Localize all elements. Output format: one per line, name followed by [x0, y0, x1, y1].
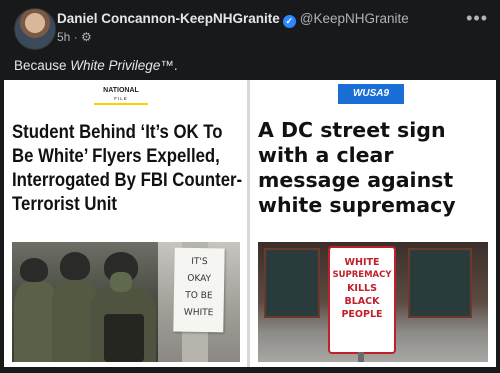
right-headline: A DC street sign with a clear message ag… [258, 118, 456, 217]
more-options-icon[interactable]: ••• [466, 8, 488, 29]
author-line: Daniel Concannon-KeepNHGranite ✓ @KeepNHGr… [57, 11, 409, 28]
post-time[interactable]: 5h [57, 30, 70, 44]
sign-line: WHITE [344, 257, 380, 268]
sign-line: SUPREMACY [332, 270, 392, 280]
privacy-icon: ⚙ [81, 30, 92, 44]
sign-line: PEOPLE [341, 309, 383, 320]
street-sign: WHITE SUPREMACY KILLS BLACK PEOPLE [328, 246, 396, 354]
logo-sub: FILE [114, 96, 128, 101]
okay-to-be-white-flyer: IT'S OKAY TO BE WHITE [173, 247, 225, 333]
right-article-panel: WUSA9 A DC street sign with a clear mess… [250, 80, 496, 367]
post-meta: 5h · ⚙ [57, 30, 92, 44]
facebook-post: Daniel Concannon-KeepNHGranite ✓ @KeepNHGr… [0, 0, 500, 373]
left-headline: Student Behind ‘It’s OK To Be White’ Fly… [12, 121, 243, 215]
wusa9-logo: WUSA9 [338, 84, 404, 104]
right-photo: WHITE SUPREMACY KILLS BLACK PEOPLE [258, 242, 488, 362]
author-handle[interactable]: @KeepNHGranite [300, 11, 409, 26]
caption-text: Because [14, 58, 71, 73]
flyer-line: TO BE [185, 290, 213, 302]
flyer-line: WHITE [183, 307, 214, 319]
tactical-officers-image [12, 242, 158, 362]
flyer-line: OKAY [187, 273, 212, 285]
sign-line: KILLS [347, 283, 377, 294]
caption-suffix: . [173, 58, 178, 73]
logo-text: NATIONAL [103, 87, 139, 94]
national-file-logo: NATIONAL FILE [94, 87, 148, 105]
sign-pole-image: IT'S OKAY TO BE WHITE [158, 242, 240, 362]
left-article-panel: NATIONAL FILE Student Behind ‘It’s OK To… [4, 80, 247, 367]
left-photo: IT'S OKAY TO BE WHITE [12, 242, 240, 362]
verified-badge-icon: ✓ [282, 15, 296, 28]
avatar[interactable] [14, 8, 56, 50]
caption-emphasis: White Privilege™ [70, 58, 174, 73]
sign-line: BLACK [344, 296, 380, 307]
author-name[interactable]: Daniel Concannon-KeepNHGranite [57, 11, 280, 26]
post-caption: Because White Privilege™. [14, 58, 178, 73]
flyer-line: IT'S [191, 256, 208, 268]
post-image[interactable]: NATIONAL FILE Student Behind ‘It’s OK To… [4, 80, 496, 367]
